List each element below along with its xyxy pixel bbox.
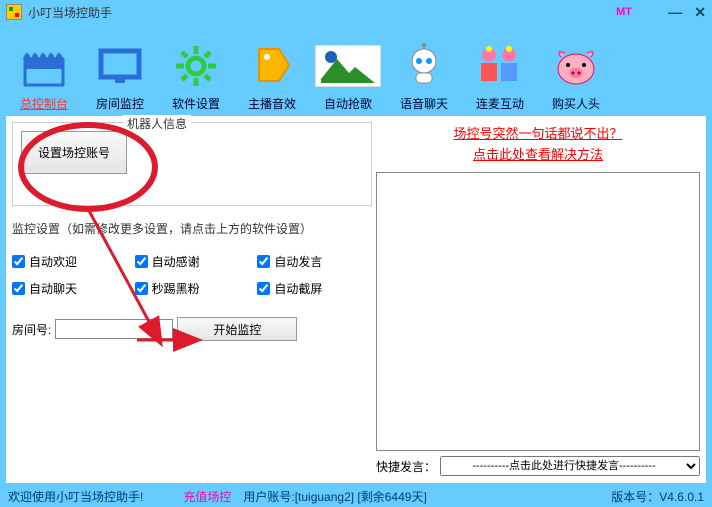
minimize-icon[interactable]: — <box>668 4 682 21</box>
titlebar: 小叮当场控助手 MT — ✕ <box>0 0 712 24</box>
tab-label: 语音聊天 <box>400 95 448 112</box>
toolbar: 总控制台 房间监控 软件设置 主播音效 自动抢歌 <box>0 24 712 116</box>
tab-auto-song[interactable]: 自动抢歌 <box>310 41 386 112</box>
monitor-settings-label: 监控设置（如需修改更多设置，请点击上方的软件设置） <box>12 220 372 237</box>
main-area: 机器人信息 设置场控账号 监控设置（如需修改更多设置，请点击上方的软件设置） 自… <box>6 116 706 483</box>
tab-settings[interactable]: 软件设置 <box>158 41 234 112</box>
app-icon <box>6 4 22 20</box>
check-auto-shot[interactable]: 自动截屏 <box>257 280 372 297</box>
tab-console[interactable]: 总控制台 <box>6 41 82 112</box>
tab-label: 连麦互动 <box>476 95 524 112</box>
tab-label: 总控制台 <box>20 95 68 112</box>
robot-icon <box>399 41 449 91</box>
status-welcome: 欢迎使用小叮当场控助手! <box>8 488 143 505</box>
check-auto-thank[interactable]: 自动感谢 <box>135 253 250 270</box>
room-label: 房间号: <box>12 321 51 338</box>
quick-label: 快捷发言： <box>376 458 436 475</box>
notice-link[interactable]: 场控号突然一句话都说不出？点击此处查看解决方法 <box>376 124 700 166</box>
people-icon <box>475 41 525 91</box>
check-kick-black[interactable]: 秒踢黑粉 <box>135 280 250 297</box>
tab-label: 软件设置 <box>172 95 220 112</box>
close-icon[interactable]: ✕ <box>694 4 706 21</box>
check-auto-chat[interactable]: 自动聊天 <box>12 280 127 297</box>
room-input[interactable] <box>55 319 173 339</box>
quick-select[interactable]: ----------点击此处进行快捷发言---------- <box>440 456 700 476</box>
tab-room-monitor[interactable]: 房间监控 <box>82 41 158 112</box>
start-monitor-button[interactable]: 开始监控 <box>177 317 297 341</box>
tab-label: 购买人头 <box>552 95 600 112</box>
set-account-button[interactable]: 设置场控账号 <box>21 131 127 174</box>
tab-label: 房间监控 <box>96 95 144 112</box>
check-auto-speak[interactable]: 自动发言 <box>257 253 372 270</box>
gear-icon <box>171 41 221 91</box>
tab-voice-chat[interactable]: 语音聊天 <box>386 41 462 112</box>
robot-info-group: 机器人信息 设置场控账号 <box>12 122 372 206</box>
mt-badge: MT <box>616 6 632 18</box>
tab-buy-heads[interactable]: 购买人头 <box>538 41 614 112</box>
status-user: 用户账号:[tuiguang2] [剩余6449天] <box>243 488 426 505</box>
statusbar: 欢迎使用小叮当场控助手! 充值场控 用户账号:[tuiguang2] [剩余64… <box>0 485 712 507</box>
storefront-icon <box>19 41 69 91</box>
left-panel: 机器人信息 设置场控账号 监控设置（如需修改更多设置，请点击上方的软件设置） 自… <box>12 122 372 477</box>
status-recharge[interactable]: 充值场控 <box>183 488 231 505</box>
right-panel: 场控号突然一句话都说不出？点击此处查看解决方法 快捷发言： ----------… <box>376 122 700 477</box>
tab-label: 主播音效 <box>248 95 296 112</box>
photo-icon <box>315 41 381 91</box>
tab-link-mic[interactable]: 连麦互动 <box>462 41 538 112</box>
tab-label: 自动抢歌 <box>324 95 372 112</box>
log-box <box>376 172 700 451</box>
status-version: 版本号：V4.6.0.1 <box>611 488 704 505</box>
group-legend: 机器人信息 <box>123 115 191 132</box>
tab-sound[interactable]: 主播音效 <box>234 41 310 112</box>
pig-icon <box>551 41 601 91</box>
check-auto-welcome[interactable]: 自动欢迎 <box>12 253 127 270</box>
monitor-icon <box>95 41 145 91</box>
tag-icon <box>247 41 297 91</box>
window-title: 小叮当场控助手 <box>28 4 112 21</box>
